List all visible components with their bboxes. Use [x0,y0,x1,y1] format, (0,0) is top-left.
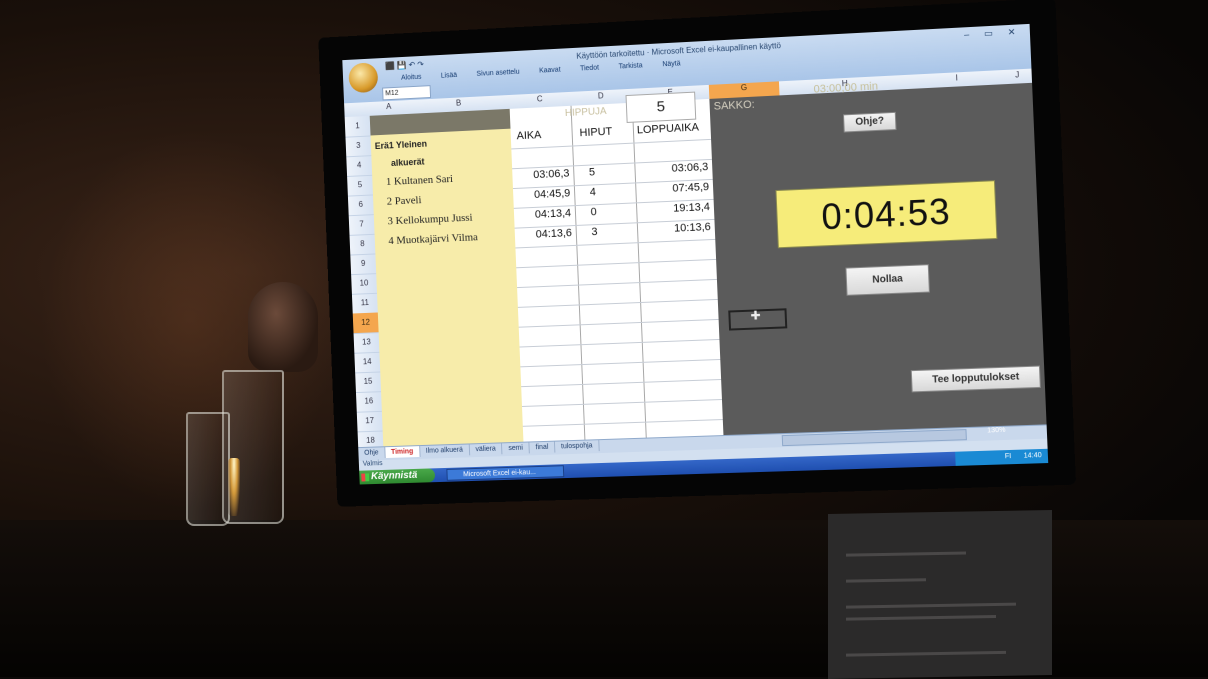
row-header[interactable]: 14 [354,351,381,374]
row-header[interactable]: 16 [355,391,382,413]
monitor: ⬛ 💾 ↶ ↷ Käyttöön tarkoitettu · Microsoft… [318,0,1077,507]
make-results-button[interactable]: Tee lopputulokset [910,365,1041,393]
column-header-d[interactable]: D [570,90,632,102]
tab-kaavat[interactable]: Kaavat [539,67,561,75]
results-columns [509,98,724,442]
excel-window: ⬛ 💾 ↶ ↷ Käyttöön tarkoitettu · Microsoft… [342,23,1049,485]
row-header[interactable]: 17 [356,410,383,433]
start-button[interactable]: Käynnistä [359,468,436,485]
column-header-c[interactable]: C [509,93,570,105]
worksheet-grid[interactable]: HIPPUJA 5 SAKKO: 03:00,00 min Erä1 Ylein… [369,80,1047,447]
tab-tiedot[interactable]: Tiedot [580,65,599,73]
candle-light [228,458,240,516]
drinking-glass-small [186,412,230,526]
active-cell-cursor[interactable]: ✚ [728,308,788,331]
row-header-selected[interactable]: 12 [352,312,379,335]
competitor-hiput: 5 [588,166,596,179]
row-header[interactable]: 5 [347,174,373,197]
row-header[interactable]: 7 [348,214,375,236]
sheet-tab-ohje[interactable]: Ohje [358,447,386,459]
zoom-level[interactable]: 130% [987,427,1006,435]
column-header-j[interactable]: J [1003,70,1032,81]
sheet-tab-timing[interactable]: Timing [385,446,421,459]
name-box[interactable]: M12 [382,85,432,101]
tab-tarkista[interactable]: Tarkista [618,62,642,70]
row-header[interactable]: 15 [355,371,382,394]
row-header[interactable]: 6 [347,194,374,217]
competitor-hiput: 0 [590,206,597,219]
clock[interactable]: 14:40 [1023,452,1041,460]
reset-button[interactable]: Nollaa [845,264,930,296]
tab-lisaa[interactable]: Lisää [441,72,458,80]
sheet-tab-semi[interactable]: semi [502,442,531,455]
row-header[interactable]: 4 [346,155,373,177]
penalty-label: SAKKO: [713,98,755,113]
row-header[interactable]: 3 [345,135,372,158]
office-button[interactable] [348,62,379,94]
column-header-a[interactable]: A [369,101,408,112]
taskbar-excel-item[interactable]: Microsoft Excel ei-kau... [446,465,565,481]
competitor-hiput: 3 [591,226,598,239]
ribbon-tabs: Aloitus Lisää Sivun asettelu Kaavat Tied… [401,59,699,81]
row-header[interactable]: 11 [351,292,378,315]
tab-sivun-asettelu[interactable]: Sivun asettelu [476,69,519,78]
column-header-i[interactable]: I [911,71,1003,85]
row-header[interactable]: 10 [351,273,378,295]
paper-notice [828,510,1052,679]
tab-nayta[interactable]: Näytä [662,60,680,68]
language-indicator[interactable]: FI [1005,453,1012,460]
row-header[interactable]: 8 [349,233,376,256]
competitor-time: 04:45,9 [533,187,571,201]
competitor-final-time: 10:13,6 [673,221,711,235]
person-silhouette [248,282,318,372]
help-button[interactable]: Ohje? [842,111,897,133]
tab-aloitus[interactable]: Aloitus [401,74,422,82]
heat-subtitle: alkuerät [390,156,425,169]
stopwatch-display: 0:04:53 [775,180,998,249]
header-hiput: HIPUT [579,125,613,140]
competitor-time: 03:06,3 [533,167,570,182]
hipput-label: HIPPUJA [564,106,607,120]
start-label: Käynnistä [370,469,418,483]
status-text: Valmis [362,460,383,468]
competitor-name: 2 Paveli [386,194,422,208]
window-title: Käyttöön tarkoitettu · Microsoft Excel e… [576,41,782,61]
competitor-time: 04:13,4 [534,207,572,221]
row-header[interactable]: 9 [350,253,377,276]
windows-flag-icon [361,473,370,482]
window-controls[interactable]: – ▭ ✕ [964,26,1022,40]
competitor-time: 04:13,6 [535,227,573,241]
sheet-tab-final[interactable]: final [529,441,556,454]
cursor-plus-icon: ✚ [750,308,761,323]
quick-access-toolbar[interactable]: ⬛ 💾 ↶ ↷ [385,60,424,71]
sheet-tab-ilmo[interactable]: Ilmo alkuerä [419,444,470,457]
system-tray: FI 14:40 [955,448,1049,466]
sheet-tab-valiera[interactable]: väliera [469,443,503,456]
competitor-hiput: 4 [589,186,597,199]
row-header[interactable]: 1 [344,115,371,138]
sheet-tab-tulospohja[interactable]: tulospohja [554,440,600,453]
header-aika: AIKA [516,129,542,143]
row-header[interactable]: 13 [353,332,380,354]
hipput-value-cell[interactable]: 5 [625,91,697,123]
